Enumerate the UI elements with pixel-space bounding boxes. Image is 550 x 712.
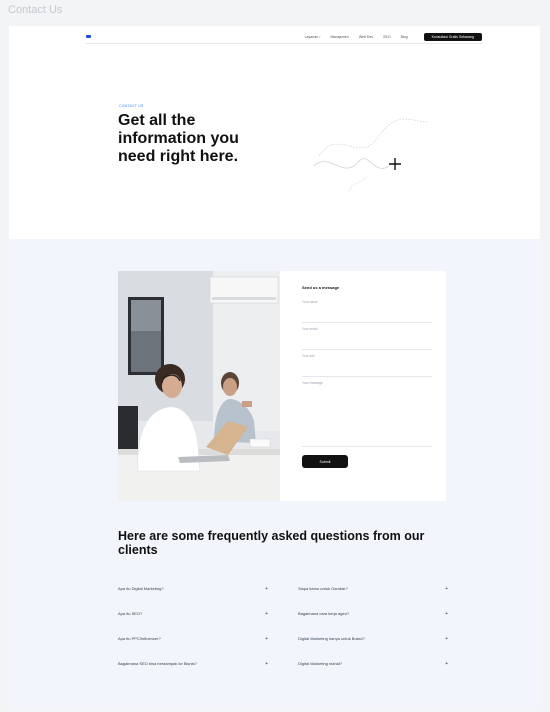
nav-item-blog[interactable]: Blog (401, 35, 408, 39)
logo[interactable] (86, 35, 93, 38)
faq-question: Siapa kamu untuk Gambar? (298, 586, 348, 591)
nav-item-seo[interactable]: SEO (383, 35, 390, 39)
faq-item[interactable]: Bagaimana cara kerja agen? + (298, 601, 448, 626)
nav-item-manajemen[interactable]: Manajemen (331, 35, 349, 39)
nav-item-label: Layanan (304, 34, 319, 39)
chevron-down-icon: ▾ (319, 34, 321, 39)
faq-question: Apa itu SEO? (118, 611, 143, 616)
nav-item-web-dev[interactable]: Web Dev (359, 35, 373, 39)
nav-links: Layanan ▾ Manajemen Web Dev SEO Blog Kon… (305, 32, 482, 41)
faq-item[interactable]: Digital Marketing mahal? + (298, 651, 448, 676)
hero-tag: CONTACT US (119, 104, 144, 108)
faq-list: Apa itu Digital Marketing? + Siapa kamu u… (118, 576, 448, 676)
faq-item[interactable]: Apa itu PPC/Influencer? + (118, 626, 268, 651)
expand-icon: + (265, 610, 268, 617)
sparkle-icon (389, 158, 401, 170)
submit-button[interactable]: Submit (302, 455, 348, 468)
faq-item[interactable]: Siapa kamu untuk Gambar? + (298, 576, 448, 601)
site-field[interactable]: Your site (302, 350, 432, 377)
faq-question: Digital Marketing mahal? (298, 661, 343, 666)
expand-icon: + (265, 585, 268, 592)
faq-question: Apa itu Digital Marketing? (118, 586, 164, 591)
name-field[interactable]: Your name (302, 296, 432, 323)
webpage: Layanan ▾ Manajemen Web Dev SEO Blog Kon… (9, 26, 540, 709)
expand-icon: + (265, 660, 268, 667)
faq-question: Apa itu PPC/Influencer? (118, 636, 161, 641)
email-field[interactable]: Your email (302, 323, 432, 350)
expand-icon: + (445, 660, 448, 667)
contact-card: Send us a message Your name Your email Y… (118, 271, 446, 501)
contact-form: Send us a message Your name Your email Y… (302, 285, 432, 468)
faq-item[interactable]: Apa itu Digital Marketing? + (118, 576, 268, 601)
faq-question: Bagaimana cara kerja agen? (298, 611, 350, 616)
message-field[interactable]: Your message (302, 377, 432, 447)
form-title: Send us a message (302, 285, 340, 290)
logo-mark-icon (86, 35, 91, 38)
office-photo (118, 271, 280, 501)
faq-question: Digital Marketing hanya untuk Brand? (298, 636, 365, 641)
top-navigation: Layanan ▾ Manajemen Web Dev SEO Blog Kon… (86, 30, 482, 44)
expand-icon: + (445, 585, 448, 592)
expand-icon: + (265, 635, 268, 642)
expand-icon: + (445, 610, 448, 617)
signature-illustration (313, 118, 430, 192)
faq-item[interactable]: Bagaimana SEO bisa berdampak ke Bisnis? + (118, 651, 268, 676)
nav-item-layanan[interactable]: Layanan ▾ (305, 35, 321, 39)
faq-item[interactable]: Apa itu SEO? + (118, 601, 268, 626)
faq-item[interactable]: Digital Marketing hanya untuk Brand? + (298, 626, 448, 651)
faq-title: Here are some frequently asked questions… (118, 529, 425, 557)
faq-question: Bagaimana SEO bisa berdampak ke Bisnis? (118, 661, 197, 666)
hero-title: Get all the information you need right h… (118, 112, 239, 165)
cta-button[interactable]: Konsultasi Gratis Sekarang (423, 32, 482, 41)
expand-icon: + (445, 635, 448, 642)
page-caption: Contact Us (8, 4, 63, 16)
